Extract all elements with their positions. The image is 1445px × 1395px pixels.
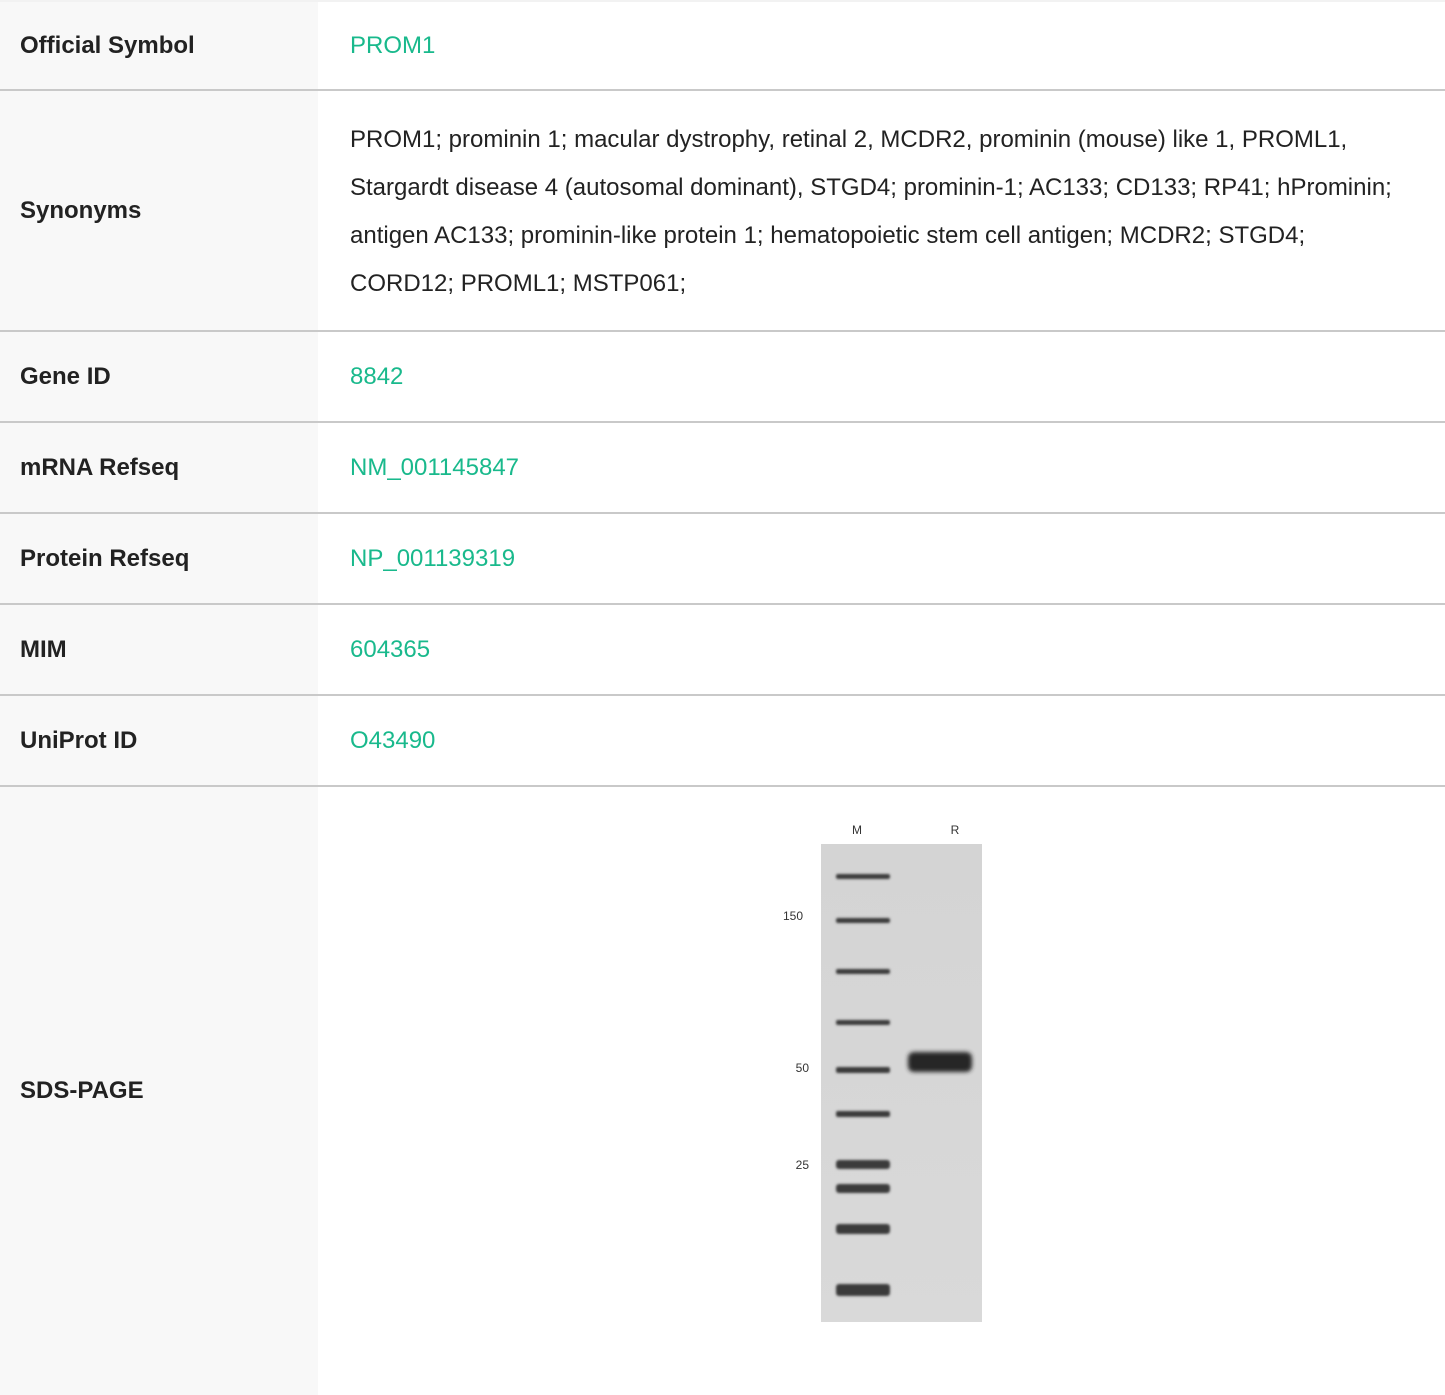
official-symbol-link[interactable]: PROM1	[350, 32, 435, 60]
ladder-band	[836, 1184, 890, 1193]
label-mrna-refseq: mRNA Refseq	[0, 423, 318, 512]
ladder-band	[836, 874, 890, 879]
ladder-band	[836, 918, 890, 923]
mrna-refseq-link[interactable]: NM_001145847	[350, 454, 519, 482]
row-sds-page: SDS-PAGE M R 150 50 25	[0, 787, 1445, 1395]
mim-link[interactable]: 604365	[350, 636, 430, 664]
synonyms-text: PROM1; prominin 1; macular dystrophy, re…	[350, 125, 1392, 297]
ladder-band	[836, 1020, 890, 1025]
row-protein-refseq: Protein Refseq NP_001139319	[0, 514, 1445, 605]
value-mrna-refseq-cell: NM_001145847	[318, 423, 1445, 512]
value-mim-cell: 604365	[318, 605, 1445, 694]
ladder-band	[836, 969, 890, 974]
label-gene-id: Gene ID	[0, 332, 318, 421]
ladder-band	[836, 1111, 890, 1117]
label-uniprot-id: UniProt ID	[0, 696, 318, 785]
label-protein-refseq: Protein Refseq	[0, 514, 318, 603]
gene-id-link[interactable]: 8842	[350, 363, 403, 391]
sample-band-50kda	[908, 1052, 972, 1072]
gel-svg: M R 150 50 25	[783, 823, 982, 1322]
lane-label-r: R	[951, 823, 960, 837]
gene-info-table: Official Symbol PROM1 Synonyms PROM1; pr…	[0, 0, 1445, 1395]
value-gene-id-cell: 8842	[318, 332, 1445, 421]
row-gene-id: Gene ID 8842	[0, 332, 1445, 423]
value-synonyms-cell: PROM1; prominin 1; macular dystrophy, re…	[318, 91, 1445, 330]
ladder-band	[836, 1224, 890, 1234]
label-sds-page: SDS-PAGE	[0, 787, 318, 1395]
row-official-symbol: Official Symbol PROM1	[0, 2, 1445, 91]
value-sds-page-cell: M R 150 50 25	[318, 787, 1445, 1395]
uniprot-id-link[interactable]: O43490	[350, 727, 435, 755]
sample-lane	[908, 1052, 972, 1072]
value-official-symbol-cell: PROM1	[318, 2, 1445, 89]
row-mim: MIM 604365	[0, 605, 1445, 696]
label-synonyms: Synonyms	[0, 91, 318, 330]
protein-refseq-link[interactable]: NP_001139319	[350, 545, 515, 573]
row-uniprot-id: UniProt ID O43490	[0, 696, 1445, 787]
lane-label-m: M	[852, 823, 862, 837]
sds-page-gel-image: M R 150 50 25	[762, 814, 1004, 1334]
label-official-symbol: Official Symbol	[0, 2, 318, 89]
marker-label-25: 25	[796, 1158, 810, 1172]
row-synonyms: Synonyms PROM1; prominin 1; macular dyst…	[0, 91, 1445, 332]
ladder-band	[836, 1284, 890, 1296]
ladder-band	[836, 1160, 890, 1169]
ladder-band	[836, 1067, 890, 1073]
value-uniprot-id-cell: O43490	[318, 696, 1445, 785]
gel-background	[821, 844, 982, 1322]
row-mrna-refseq: mRNA Refseq NM_001145847	[0, 423, 1445, 514]
value-protein-refseq-cell: NP_001139319	[318, 514, 1445, 603]
marker-label-50: 50	[796, 1061, 810, 1075]
label-mim: MIM	[0, 605, 318, 694]
marker-label-150: 150	[783, 909, 803, 923]
